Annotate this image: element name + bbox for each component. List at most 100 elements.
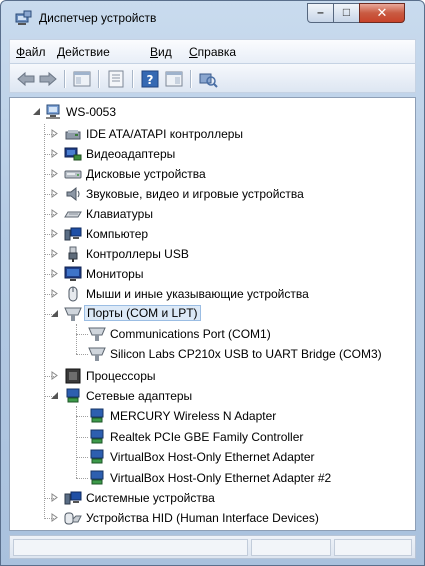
collapsed-arrow-icon[interactable] (50, 493, 59, 502)
tree-leaf-mercury[interactable]: MERCURY Wireless N Adapter (10, 406, 410, 426)
tree-node-keyboard[interactable]: Клавиатуры (10, 204, 410, 224)
scan-hardware-icon[interactable] (198, 70, 218, 88)
collapsed-arrow-icon[interactable] (50, 289, 59, 298)
svg-text:?: ? (147, 73, 154, 87)
collapsed-arrow-icon[interactable] (50, 149, 59, 158)
status-cell-main (13, 539, 248, 556)
menu-bar: Файл Действие Вид Справка (9, 39, 416, 63)
device-tree: WS-0053 IDE ATA/ATAPI контроллеры Видеоа… (9, 97, 416, 531)
tree-leaf-label: Silicon Labs CP210x USB to UART Bridge (… (110, 347, 382, 361)
menu-help[interactable]: Справка (189, 45, 236, 59)
network-adapter-icon (90, 408, 104, 423)
tree-node-disk[interactable]: Дисковые устройства (10, 164, 410, 184)
close-icon: ✕ (376, 5, 388, 20)
collapsed-arrow-icon[interactable] (50, 169, 59, 178)
tree-leaf-label: VirtualBox Host-Only Ethernet Adapter #2 (110, 471, 332, 485)
collapsed-arrow-icon[interactable] (50, 189, 59, 198)
expanded-arrow-icon[interactable] (32, 107, 41, 116)
minimize-icon: – (317, 5, 324, 19)
title-bar[interactable]: Диспетчер устройств – □ ✕ (1, 1, 424, 35)
disk-drive-icon (64, 170, 82, 179)
tree-node-processors[interactable]: Процессоры (10, 366, 410, 386)
expanded-arrow-icon[interactable] (50, 309, 59, 318)
tree-leaf-label: Communications Port (COM1) (110, 327, 271, 341)
tree-leaf-label: Realtek PCIe GBE Family Controller (110, 430, 304, 444)
tree-node-label: IDE ATA/ATAPI контроллеры (86, 127, 244, 141)
collapsed-arrow-icon[interactable] (50, 209, 59, 218)
tree-node-label: Мыши и иные указывающие устройства (86, 287, 309, 301)
port-icon (88, 347, 106, 361)
ide-controller-icon (65, 130, 81, 140)
menu-action[interactable]: Действие (57, 45, 110, 59)
tree-node-label: Порты (COM и LPT) (84, 305, 201, 321)
tree-node-ports[interactable]: Порты (COM и LPT) (10, 304, 410, 324)
network-adapter-icon (90, 429, 104, 444)
hid-icon (64, 512, 82, 525)
maximize-button[interactable]: □ (333, 3, 360, 23)
display-adapter-icon (64, 147, 82, 161)
tree-node-label: Звуковые, видео и игровые устройства (86, 187, 304, 201)
tree-root-label: WS-0053 (66, 105, 117, 119)
tree-node-usb[interactable]: Контроллеры USB (10, 244, 410, 264)
computer-icon (64, 227, 82, 241)
close-button[interactable]: ✕ (359, 3, 405, 23)
port-icon (64, 307, 82, 321)
device-manager-window: Диспетчер устройств – □ ✕ Файл Действие … (0, 0, 425, 566)
keyboard-icon (64, 211, 82, 218)
port-icon (88, 327, 106, 341)
show-hide-console-tree-icon[interactable] (72, 70, 92, 88)
collapsed-arrow-icon[interactable] (50, 249, 59, 258)
tree-leaf-realtek[interactable]: Realtek PCIe GBE Family Controller (10, 427, 410, 447)
window-title: Диспетчер устройств (39, 11, 157, 25)
tree-node-system[interactable]: Системные устройства (10, 488, 410, 508)
tree-leaf-vbox2[interactable]: VirtualBox Host-Only Ethernet Adapter #2 (10, 468, 410, 488)
computer-icon (46, 104, 60, 119)
mouse-icon (68, 286, 78, 302)
network-adapter-icon (90, 470, 104, 485)
tree-node-hid[interactable]: Устройства HID (Human Interface Devices) (10, 508, 410, 528)
status-cell-2 (251, 539, 331, 556)
tree-node-label: Видеоадаптеры (86, 147, 176, 161)
menu-file[interactable]: Файл (16, 45, 46, 59)
tree-node-label: Системные устройства (86, 491, 215, 505)
tree-node-label: Устройства HID (Human Interface Devices) (86, 511, 319, 525)
collapsed-arrow-icon[interactable] (50, 229, 59, 238)
toolbar: ? (9, 63, 416, 93)
minimize-button[interactable]: – (307, 3, 334, 23)
status-cell-3 (334, 539, 412, 556)
forward-arrow-icon[interactable] (38, 70, 58, 88)
status-bar (9, 535, 416, 559)
help-icon[interactable]: ? (140, 70, 160, 88)
tree-node-sound[interactable]: Звуковые, видео и игровые устройства (10, 184, 410, 204)
tree-node-label: Контроллеры USB (86, 247, 189, 261)
view-icon[interactable] (164, 70, 184, 88)
tree-node-computer[interactable]: Компьютер (10, 224, 410, 244)
collapsed-arrow-icon[interactable] (50, 129, 59, 138)
tree-node-network[interactable]: Сетевые адаптеры (10, 386, 410, 406)
tree-node-display[interactable]: Видеоадаптеры (10, 144, 410, 164)
tree-node-monitors[interactable]: Мониторы (10, 264, 410, 284)
tree-node-ide[interactable]: IDE ATA/ATAPI контроллеры (10, 124, 410, 144)
tree-leaf-com3[interactable]: Silicon Labs CP210x USB to UART Bridge (… (10, 344, 410, 364)
back-arrow-icon[interactable] (16, 70, 36, 88)
system-devices-icon (64, 491, 82, 505)
menu-view[interactable]: Вид (150, 45, 172, 59)
usb-plug-icon (68, 246, 78, 262)
network-adapter-icon (90, 449, 104, 464)
tree-node-mice[interactable]: Мыши и иные указывающие устройства (10, 284, 410, 304)
tree-leaf-com1[interactable]: Communications Port (COM1) (10, 324, 410, 344)
tree-root[interactable]: WS-0053 (10, 102, 410, 122)
monitor-icon (64, 266, 82, 281)
tree-node-label: Компьютер (86, 227, 149, 241)
collapsed-arrow-icon[interactable] (50, 371, 59, 380)
maximize-icon: □ (342, 5, 351, 19)
speaker-icon (66, 186, 80, 202)
collapsed-arrow-icon[interactable] (50, 269, 59, 278)
collapsed-arrow-icon[interactable] (50, 513, 59, 522)
tree-node-label: Сетевые адаптеры (86, 389, 193, 403)
properties-icon[interactable] (106, 70, 126, 88)
expanded-arrow-icon[interactable] (50, 391, 59, 400)
tree-leaf-vbox1[interactable]: VirtualBox Host-Only Ethernet Adapter (10, 447, 410, 467)
processor-icon (65, 368, 81, 384)
tree-leaf-label: VirtualBox Host-Only Ethernet Adapter (110, 450, 315, 464)
